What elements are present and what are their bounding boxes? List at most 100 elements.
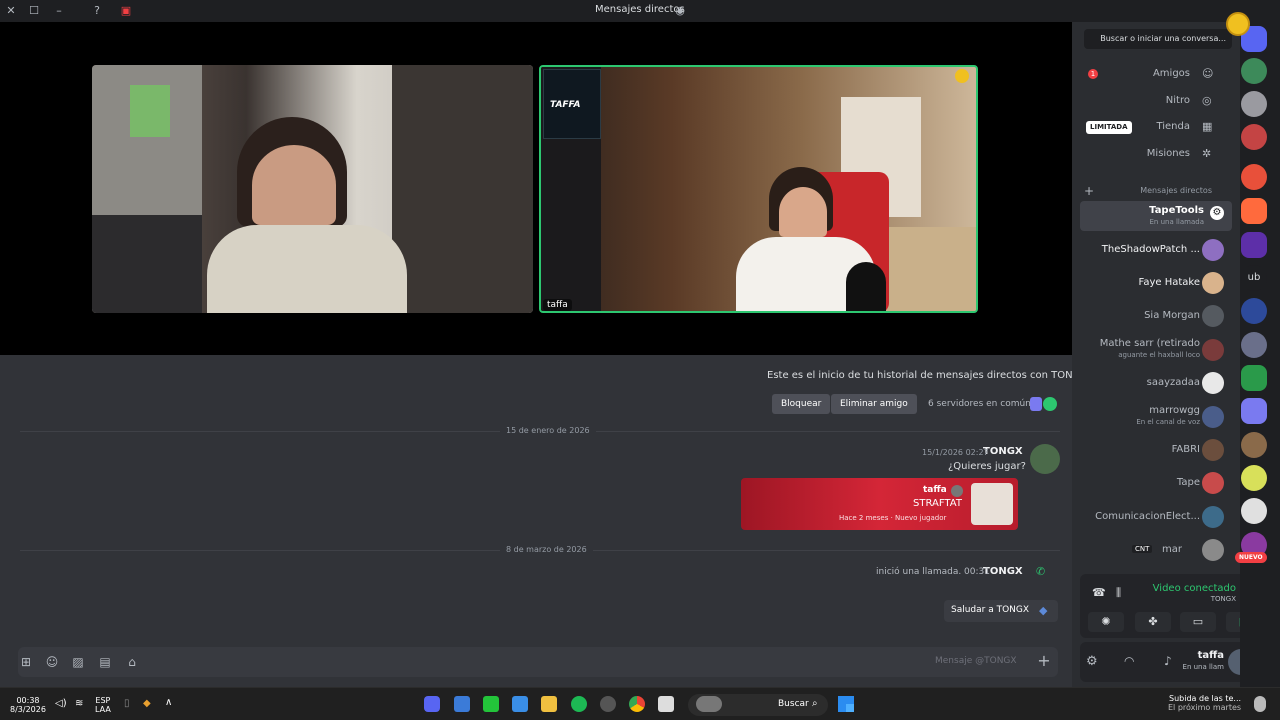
dm-name: Tape (1176, 477, 1200, 488)
apps-icon[interactable]: ⊞ (18, 654, 34, 670)
noise-suppression-icon[interactable]: ⫼ (1116, 586, 1121, 600)
dm-status: En una llamada (1149, 218, 1205, 226)
server-icon[interactable] (1241, 465, 1267, 491)
language-indicator[interactable]: ESP LAA (95, 696, 111, 714)
dm-item[interactable]: ComunicacionElect... (1080, 502, 1232, 532)
nav-quests[interactable]: Misiones (1147, 148, 1190, 159)
dm-item[interactable]: Sia Morgan (1080, 301, 1232, 331)
dm-item[interactable]: marrowgg En el canal de voz (1080, 402, 1232, 432)
server-icon[interactable] (1241, 365, 1267, 391)
help-icon[interactable]: ? (90, 4, 104, 18)
attach-plus-icon[interactable]: + (1036, 653, 1052, 669)
notification-widget[interactable]: Subida de las te... El próximo martes (1168, 694, 1241, 712)
activity-embed[interactable]: taffa STRAFTAT Hace 2 meses · Nuevo juga… (741, 478, 1018, 530)
speaking-emoji-icon (1226, 12, 1250, 36)
dm-item[interactable]: Faye Hatake (1080, 268, 1232, 298)
settings-icon[interactable]: ⚙ (1086, 654, 1098, 669)
activity-icon[interactable]: ✺ (1088, 612, 1124, 632)
server-icon[interactable]: ub (1241, 265, 1267, 291)
app-taskbar-icon[interactable] (658, 696, 674, 712)
server-icon[interactable] (1241, 298, 1267, 324)
voice-status: Video conectado (1152, 583, 1236, 594)
dm-item[interactable]: TheShadowPatch ... (1080, 235, 1232, 265)
weather-widget-icon[interactable] (1254, 696, 1266, 712)
message-username[interactable]: TONGX (983, 446, 1023, 457)
chrome-taskbar-icon[interactable] (629, 696, 645, 712)
server-icon[interactable] (1241, 58, 1267, 84)
search-bar[interactable]: Buscar o iniciar una conversa... (1084, 29, 1232, 49)
lang-layout: LAA (95, 705, 111, 714)
server-icon[interactable] (1241, 332, 1267, 358)
video-tile-taffa[interactable]: TAFFA taffa (539, 65, 978, 313)
badge-overlay: TAFFA (543, 69, 601, 139)
composer-input[interactable]: Mensaje @TONGX (935, 656, 1017, 666)
dm-item[interactable]: FABRI (1080, 435, 1232, 465)
dm-name: Faye Hatake (1138, 277, 1201, 288)
video-tile-tongx[interactable] (92, 65, 533, 313)
voice-channel[interactable]: TONGX (1211, 595, 1236, 603)
window-title: Mensajes directos (595, 4, 685, 15)
nav-friends[interactable]: Amigos (1153, 68, 1190, 79)
add-dm-icon[interactable]: + (1084, 184, 1094, 198)
dm-name: Sia Morgan (1144, 310, 1200, 321)
shelf-background (392, 65, 533, 313)
server-icon[interactable] (1241, 91, 1267, 117)
mutual-servers[interactable]: 6 servidores en común (928, 399, 1031, 409)
excel-taskbar-icon[interactable] (483, 696, 499, 712)
tray-app-icon[interactable]: ◆ (143, 698, 151, 709)
microphone-icon[interactable]: ♪ (1164, 654, 1172, 668)
show-hidden-icons[interactable]: ∧ (165, 697, 172, 708)
disconnect-icon[interactable]: ☎ (1092, 586, 1106, 599)
minimize-window-icon[interactable]: – (52, 4, 66, 18)
inbox-icon[interactable]: ▣ (119, 4, 133, 18)
dm-item[interactable]: mar CNT (1080, 535, 1232, 565)
emoji-icon[interactable]: ☺ (44, 654, 60, 670)
headphones-icon[interactable]: ◠ (1124, 654, 1134, 668)
nav-store[interactable]: Tienda (1156, 121, 1190, 132)
server-avatar (1030, 397, 1042, 411)
dm-item[interactable]: ⚙ TapeTools En una llamada (1080, 201, 1232, 231)
dm-item[interactable]: saayzadaa (1080, 368, 1232, 398)
block-button[interactable]: Bloquear (772, 394, 831, 414)
settings-icon[interactable]: ⚙ (1210, 206, 1224, 220)
gift-icon[interactable]: ⌂ (124, 654, 140, 670)
maximize-window-icon[interactable]: ☐ (27, 4, 41, 18)
mic-tray-icon[interactable]: ▯ (124, 698, 130, 709)
server-icon[interactable] (1241, 498, 1267, 524)
taskbar-search[interactable]: Buscar ⌕ (688, 694, 828, 716)
sticker-icon[interactable]: ▨ (70, 654, 86, 670)
avatar[interactable] (1030, 444, 1060, 474)
server-icon[interactable] (1241, 232, 1267, 258)
server-icon[interactable] (1241, 124, 1267, 150)
gif-icon[interactable]: ▤ (97, 654, 113, 670)
nav-nitro[interactable]: Nitro (1166, 95, 1190, 106)
server-icon[interactable] (1241, 198, 1267, 224)
wave-button[interactable]: Saludar a TONGX ◆ (944, 600, 1058, 622)
server-icon[interactable] (1241, 398, 1267, 424)
explorer-taskbar-icon[interactable] (541, 696, 557, 712)
message-composer[interactable]: ⊞ ☺ ▨ ▤ ⌂ Mensaje @TONGX + (18, 647, 1058, 677)
wifi-icon[interactable]: ≋ (75, 698, 83, 709)
dm-name: TheShadowPatch ... (1101, 244, 1200, 255)
clock-date: 8/3/2026 (10, 705, 46, 714)
windows-start-icon[interactable] (838, 696, 854, 712)
soundboard-icon[interactable]: ✤ (1135, 612, 1171, 632)
volume-icon[interactable]: ◁) (55, 698, 67, 709)
dm-item[interactable]: Tape (1080, 468, 1232, 498)
server-icon[interactable] (1241, 432, 1267, 458)
discord-taskbar-icon[interactable] (424, 696, 440, 712)
store-taskbar-icon[interactable] (512, 696, 528, 712)
clock[interactable]: 00:38 8/3/2026 (10, 696, 46, 714)
dm-name: TapeTools (1149, 205, 1204, 216)
remove-friend-button[interactable]: Eliminar amigo (831, 394, 917, 414)
close-window-icon[interactable]: ✕ (4, 4, 18, 18)
notepad-taskbar-icon[interactable] (454, 696, 470, 712)
dm-item[interactable]: Mathe sarr (retirado aguante el haxball … (1080, 335, 1232, 365)
screen-share-icon[interactable]: ▭ (1180, 612, 1216, 632)
obs-taskbar-icon[interactable] (600, 696, 616, 712)
server-icon[interactable] (1241, 164, 1267, 190)
notification-title: Subida de las te... (1169, 694, 1242, 703)
message-text: ¿Quieres jugar? (948, 461, 1026, 472)
spotify-taskbar-icon[interactable] (571, 696, 587, 712)
date-label: 15 de enero de 2026 (500, 426, 596, 435)
